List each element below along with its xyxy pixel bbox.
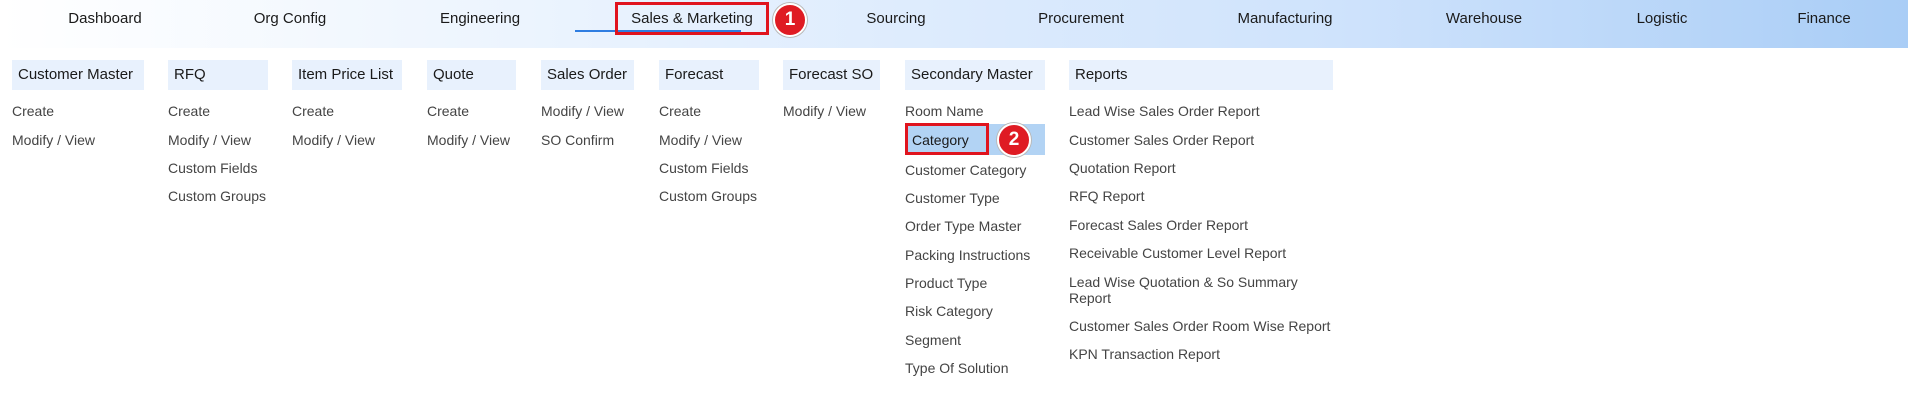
segment-link[interactable]: Segment xyxy=(905,331,961,349)
header-quote: Quote xyxy=(427,60,516,90)
room-name-link[interactable]: Room Name xyxy=(905,102,984,120)
receivable-customer-level-report-link[interactable]: Receivable Customer Level Report xyxy=(1069,244,1286,262)
forecast-sales-order-report-link[interactable]: Forecast Sales Order Report xyxy=(1069,216,1248,234)
so-confirm-link[interactable]: SO Confirm xyxy=(541,131,614,149)
header-rfq: RFQ xyxy=(168,60,268,90)
rfq-create-link[interactable]: Create xyxy=(168,102,210,120)
rfq-custom-groups-link[interactable]: Custom Groups xyxy=(168,187,266,205)
header-forecast-so: Forecast SO xyxy=(783,60,880,90)
header-customer-master: Customer Master xyxy=(12,60,144,90)
top-nav-bar: Dashboard Org Config Engineering Sales &… xyxy=(0,0,1908,48)
forecast-modify-view-link[interactable]: Modify / View xyxy=(659,131,742,149)
customer-type-link[interactable]: Customer Type xyxy=(905,189,1000,207)
customer-sales-order-report-link[interactable]: Customer Sales Order Report xyxy=(1069,131,1254,149)
header-secondary-master: Secondary Master xyxy=(905,60,1045,90)
nav-sourcing[interactable]: Sourcing xyxy=(850,0,942,38)
customer-master-create-link[interactable]: Create xyxy=(12,102,54,120)
nav-procurement[interactable]: Procurement xyxy=(1030,0,1132,38)
forecast-custom-groups-link[interactable]: Custom Groups xyxy=(659,187,757,205)
highlight-box-category xyxy=(905,123,989,155)
forecast-custom-fields-link[interactable]: Custom Fields xyxy=(659,159,748,177)
forecast-so-modify-view-link[interactable]: Modify / View xyxy=(783,102,866,120)
nav-dashboard[interactable]: Dashboard xyxy=(60,0,150,38)
highlight-box-sales-marketing xyxy=(615,2,769,35)
header-item-price-list: Item Price List xyxy=(292,60,402,90)
nav-engineering[interactable]: Engineering xyxy=(430,0,530,38)
customer-sales-order-room-wise-report-link[interactable]: Customer Sales Order Room Wise Report xyxy=(1069,317,1330,335)
sales-order-modify-view-link[interactable]: Modify / View xyxy=(541,102,624,120)
item-price-list-create-link[interactable]: Create xyxy=(292,102,334,120)
quotation-report-link[interactable]: Quotation Report xyxy=(1069,159,1176,177)
customer-master-modify-view-link[interactable]: Modify / View xyxy=(12,131,95,149)
rfq-modify-view-link[interactable]: Modify / View xyxy=(168,131,251,149)
item-price-list-modify-view-link[interactable]: Modify / View xyxy=(292,131,375,149)
order-type-master-link[interactable]: Order Type Master xyxy=(905,217,1021,235)
nav-warehouse[interactable]: Warehouse xyxy=(1436,0,1532,38)
product-type-link[interactable]: Product Type xyxy=(905,274,987,292)
risk-category-link[interactable]: Risk Category xyxy=(905,302,993,320)
nav-manufacturing[interactable]: Manufacturing xyxy=(1228,0,1342,38)
nav-org-config[interactable]: Org Config xyxy=(240,0,340,38)
kpn-transaction-report-link[interactable]: KPN Transaction Report xyxy=(1069,345,1220,363)
lead-wise-sales-order-report-link[interactable]: Lead Wise Sales Order Report xyxy=(1069,102,1260,120)
customer-category-link[interactable]: Customer Category xyxy=(905,161,1026,179)
rfq-report-link[interactable]: RFQ Report xyxy=(1069,187,1144,205)
header-forecast: Forecast xyxy=(659,60,759,90)
step-badge-2: 2 xyxy=(997,123,1031,157)
header-reports: Reports xyxy=(1069,60,1333,90)
packing-instructions-link[interactable]: Packing Instructions xyxy=(905,246,1030,264)
step-badge-1: 1 xyxy=(773,3,807,37)
forecast-create-link[interactable]: Create xyxy=(659,102,701,120)
lead-wise-quotation-so-summary-report-link[interactable]: Lead Wise Quotation & So Summary Report xyxy=(1069,274,1309,306)
rfq-custom-fields-link[interactable]: Custom Fields xyxy=(168,159,257,177)
nav-logistic[interactable]: Logistic xyxy=(1624,0,1700,38)
header-sales-order: Sales Order xyxy=(541,60,634,90)
type-of-solution-link[interactable]: Type Of Solution xyxy=(905,359,1009,377)
quote-create-link[interactable]: Create xyxy=(427,102,469,120)
quote-modify-view-link[interactable]: Modify / View xyxy=(427,131,510,149)
nav-finance[interactable]: Finance xyxy=(1788,0,1860,38)
